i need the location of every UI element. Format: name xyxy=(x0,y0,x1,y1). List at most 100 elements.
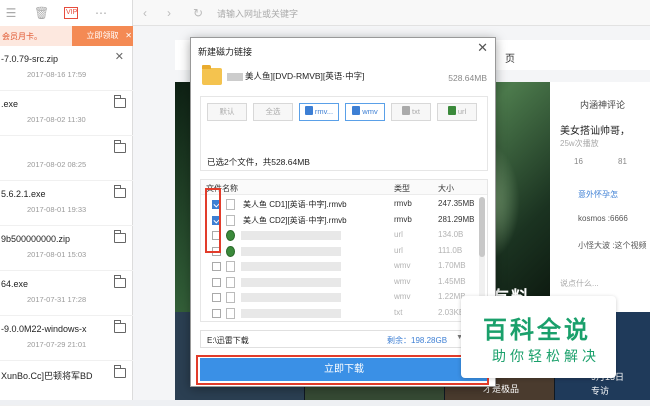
redacted-file-name xyxy=(241,246,341,256)
refresh-icon[interactable]: ↻ xyxy=(193,6,203,20)
comment-input[interactable]: 说点什么... xyxy=(560,278,599,289)
selection-summary: 已选2个文件，共528.64MB xyxy=(207,157,310,167)
file-checkbox[interactable] xyxy=(212,200,221,209)
back-icon[interactable]: ‹ xyxy=(143,6,147,20)
list-icon[interactable]: ☰ xyxy=(4,6,18,20)
filter-button[interactable]: 全选 xyxy=(253,103,293,121)
filter-button[interactable]: rmv... xyxy=(299,103,339,121)
file-checkbox[interactable] xyxy=(212,277,221,287)
table-row[interactable]: 美人鱼 CD2][英语·中字].rmvb rmvb 281.29MB xyxy=(201,213,477,228)
file-type: wmv xyxy=(394,261,411,270)
download-item[interactable]: -7.0.79-src.zip 2017-08-16 17:59 ✕ xyxy=(0,46,133,91)
file-checkbox[interactable] xyxy=(212,262,221,271)
file-type: rmvb xyxy=(394,199,412,208)
filter-button[interactable]: wmv xyxy=(345,103,385,121)
file-type: url xyxy=(394,230,403,239)
download-toolbar: ☰ 🗑 VIP ⋯ xyxy=(0,0,132,26)
dialog-title: 新建磁力链接 xyxy=(198,47,253,57)
globe-icon xyxy=(226,245,235,257)
download-item[interactable]: .exe 2017-08-02 11:30 xyxy=(0,91,133,136)
redacted-file-name xyxy=(241,308,341,318)
download-item[interactable]: -9.0.0M22-windows-x 2017-07-29 21:01 xyxy=(0,316,133,361)
promo-text: 会员月卡。 xyxy=(2,32,42,41)
new-magnet-dialog: 新建磁力链接 ✕ 美人鱼][DVD-RMVB][英语·中字] 528.64MB … xyxy=(190,37,496,387)
table-row[interactable]: wmv 1.70MB xyxy=(201,259,477,274)
file-type: rmvb xyxy=(394,214,412,224)
redacted-file-name xyxy=(241,293,341,302)
more-icon[interactable]: ⋯ xyxy=(94,6,108,20)
file-type: txt xyxy=(394,307,403,317)
forward-icon[interactable]: › xyxy=(167,6,171,20)
file-name: 美人鱼 CD2][英语·中字].rmvb xyxy=(243,215,347,225)
download-item[interactable]: 2017-08-02 08:25 xyxy=(0,136,133,181)
folder-icon[interactable] xyxy=(114,275,126,288)
file-size: 281.29MB xyxy=(438,214,475,224)
filter-button[interactable]: url xyxy=(437,103,477,121)
feed-views: 25w次播放 xyxy=(560,139,599,148)
download-date: 2017-08-02 08:25 xyxy=(27,160,87,169)
column-type[interactable]: 类型 xyxy=(394,183,410,194)
download-item[interactable]: XunBo.Cc]巴顿将军BD xyxy=(0,361,133,406)
filter-button[interactable]: txt xyxy=(391,103,431,121)
redacted-text xyxy=(227,72,243,81)
folder-icon[interactable] xyxy=(114,320,126,333)
folder-icon[interactable] xyxy=(114,140,126,153)
folder-icon[interactable] xyxy=(114,95,126,108)
watermark-title: 百科全说 xyxy=(483,317,591,344)
table-row[interactable]: 美人鱼 CD1][英语·中字].rmvb rmvb 247.35MB xyxy=(201,197,477,212)
redacted-file-name xyxy=(241,262,341,271)
address-input[interactable]: 请输入网址或关键字 xyxy=(217,7,298,20)
download-item[interactable]: 5.6.2.1.exe 2017-08-01 19:33 xyxy=(0,181,133,226)
redacted-file-name xyxy=(241,277,341,287)
column-name[interactable]: 文件名称 xyxy=(206,183,238,194)
filter-button[interactable]: 默认 xyxy=(207,103,247,121)
trash-icon[interactable]: 🗑 xyxy=(34,6,49,20)
video-file-icon xyxy=(352,106,361,115)
feed-comment-2: kosmos :6666 xyxy=(578,214,628,223)
file-checkbox[interactable] xyxy=(212,308,221,318)
table-row[interactable]: url 134.0B xyxy=(201,228,477,243)
download-file-name: XunBo.Cc]巴顿将军BD xyxy=(1,371,93,381)
close-icon[interactable]: ✕ xyxy=(115,50,124,63)
filter-label: txt xyxy=(412,107,420,116)
feed-title[interactable]: 美女搭讪帅哥， xyxy=(560,122,630,137)
close-icon[interactable]: ✕ xyxy=(477,41,488,55)
file-checkbox[interactable] xyxy=(212,215,221,225)
folder-icon[interactable] xyxy=(114,185,126,198)
table-row[interactable]: url 111.0B xyxy=(201,244,477,259)
file-checkbox[interactable] xyxy=(212,246,221,256)
folder-icon[interactable] xyxy=(114,230,126,243)
vip-icon[interactable]: VIP xyxy=(64,7,78,19)
table-row[interactable]: wmv 1.45MB xyxy=(201,275,477,290)
download-file-name: 9b500000000.zip xyxy=(1,234,71,244)
save-path-field[interactable]: E:\迅雷下载 剩余：198.28GB ▼ xyxy=(200,330,472,348)
folder-icon[interactable] xyxy=(114,365,126,378)
file-checkbox[interactable] xyxy=(212,293,221,302)
file-size: 1.70MB xyxy=(438,261,466,270)
download-item[interactable]: 64.exe 2017-07-31 17:28 xyxy=(0,271,133,316)
download-date: 2017-08-02 11:30 xyxy=(27,115,86,124)
video-caption: 专访 xyxy=(591,386,610,396)
promo-claim-button[interactable]: 立即领取 xyxy=(72,26,133,46)
folder-icon xyxy=(202,65,222,85)
watermark-subtitle: 助你轻松解决 xyxy=(492,348,600,364)
download-item[interactable]: 9b500000000.zip 2017-08-01 15:03 xyxy=(0,226,133,271)
file-name: 美人鱼 CD1][英语·中字].rmvb xyxy=(243,200,347,209)
file-size: 111.0B xyxy=(438,245,463,255)
table-row[interactable]: txt 2.03KB xyxy=(201,306,477,321)
download-file-name: -9.0.0M22-windows-x xyxy=(1,324,87,334)
download-file-name: 5.6.2.1.exe xyxy=(1,189,46,199)
download-now-button[interactable]: 立即下载 xyxy=(200,358,488,381)
video-file-icon xyxy=(226,276,235,288)
feed-comment-1: 意外怀孕怎 xyxy=(578,190,618,199)
table-row[interactable]: wmv 1.22MB xyxy=(201,290,477,305)
download-file-name: .exe xyxy=(1,99,19,109)
watermark-logo: 百科全说 助你轻松解决 xyxy=(461,296,616,378)
task-name-text: 美人鱼][DVD-RMVB][英语·中字] xyxy=(245,71,365,81)
download-date: 2017-07-29 21:01 xyxy=(27,340,87,349)
column-size[interactable]: 大小 xyxy=(438,183,454,194)
file-type: url xyxy=(394,245,403,255)
close-icon[interactable]: ✕ xyxy=(125,31,132,40)
save-path: E:\迅雷下载 xyxy=(207,336,249,345)
file-checkbox[interactable] xyxy=(212,231,221,240)
